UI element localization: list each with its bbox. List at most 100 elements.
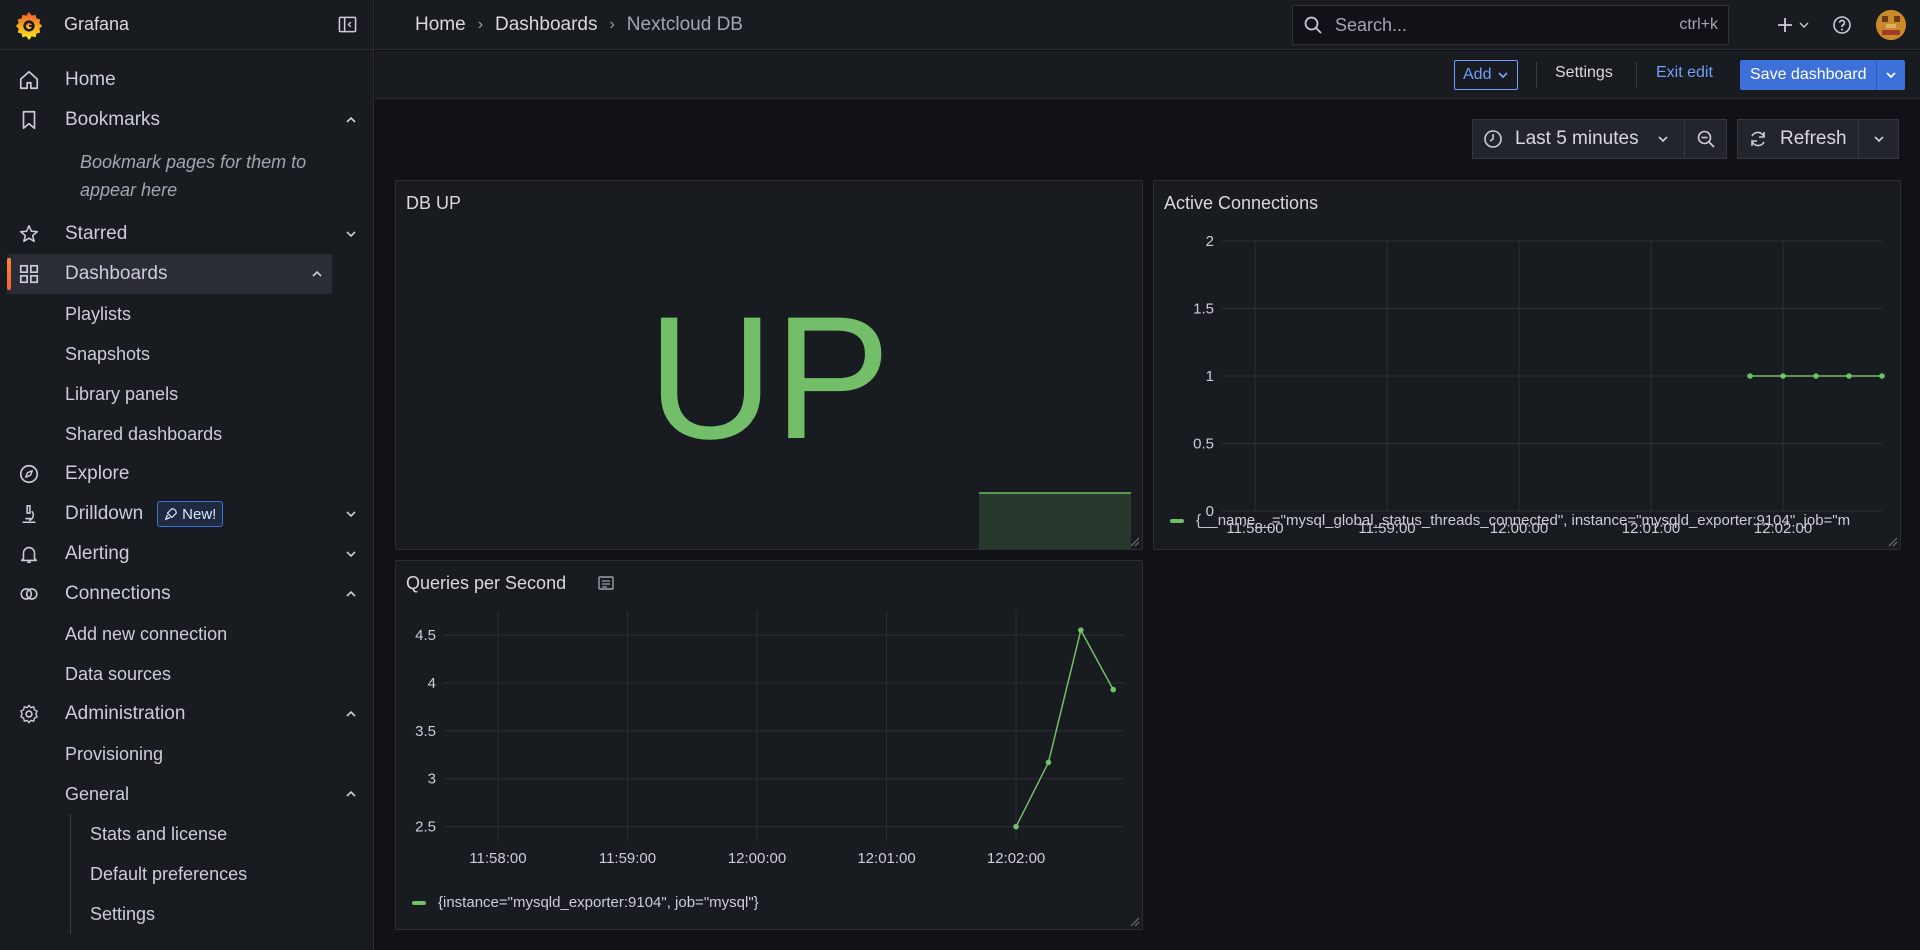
- chevron-down-icon: [1886, 72, 1896, 79]
- chart-legend: {__name__="mysql_global_status_threads_c…: [1170, 512, 1850, 529]
- chevron-down-icon[interactable]: [345, 228, 357, 240]
- sidebar-item-library-panels[interactable]: Library panels: [0, 374, 373, 414]
- toolbar-divider: [1636, 62, 1637, 88]
- chevron-down-icon: [1498, 72, 1509, 79]
- chevron-up-icon[interactable]: [345, 788, 357, 800]
- refresh-button[interactable]: Refresh: [1737, 119, 1859, 159]
- refresh-icon: [1751, 131, 1765, 147]
- panel-active-connections[interactable]: Active Connections 0 0.5 1 1.5 2 11:58:00 11:5…: [1153, 180, 1901, 550]
- panel-db-up[interactable]: DB UP UP: [395, 180, 1143, 550]
- sparkline-area: [979, 493, 1131, 549]
- exit-edit-button[interactable]: Exit edit: [1656, 64, 1713, 82]
- toolbar-divider: [1536, 62, 1537, 88]
- rocket-icon: [164, 508, 178, 521]
- sidebar-item-alerting[interactable]: Alerting: [0, 534, 373, 574]
- chevron-right-icon: ›: [477, 15, 484, 33]
- y-tick-label: 3: [428, 771, 436, 788]
- queries-per-second-chart[interactable]: 2.5 3 3.5 4 4.5 11:58:00 11:59:00 12:00:00 12:01…: [396, 601, 1143, 930]
- save-dashboard-button[interactable]: Save dashboard: [1740, 60, 1905, 90]
- breadcrumb-dashboards[interactable]: Dashboards: [495, 14, 597, 36]
- sidebar-item-settings[interactable]: Settings: [0, 894, 373, 934]
- search-input[interactable]: Search... ctrl+k: [1292, 5, 1729, 45]
- time-range-picker[interactable]: Last 5 minutes: [1472, 119, 1685, 159]
- refresh-interval-dropdown[interactable]: [1859, 119, 1899, 159]
- breadcrumb-home[interactable]: Home: [415, 14, 466, 36]
- zoom-out-icon: [1697, 130, 1715, 148]
- time-range-label: Last 5 minutes: [1515, 128, 1639, 149]
- chevron-right-icon: ›: [609, 15, 615, 33]
- data-point: [1045, 759, 1052, 766]
- search-placeholder: Search...: [1335, 14, 1408, 35]
- general-children: Stats and license Default preferences Se…: [0, 814, 373, 934]
- sidebar-item-provisioning[interactable]: Provisioning: [0, 734, 373, 774]
- sidebar-item-snapshots[interactable]: Snapshots: [0, 334, 373, 374]
- dock-menu-icon[interactable]: [338, 15, 357, 34]
- panel-queries-per-second[interactable]: Queries per Second 2.5 3 3.5 4 4.5 11:58:00 11…: [395, 560, 1143, 930]
- sidebar-item-label: General: [65, 783, 130, 804]
- sidebar-item-dashboards[interactable]: Dashboards: [7, 254, 332, 294]
- x-tick-label: 12:01:00: [857, 850, 915, 867]
- chevron-down-icon: [1799, 22, 1809, 28]
- new-menu-button[interactable]: [1776, 16, 1810, 34]
- chevron-up-icon[interactable]: [345, 114, 357, 126]
- search-shortcut: ctrl+k: [1679, 16, 1718, 33]
- y-tick-label: 4.5: [415, 627, 436, 644]
- chevron-down-icon: [1873, 136, 1884, 143]
- link-icon: [20, 588, 38, 600]
- settings-button[interactable]: Settings: [1555, 64, 1613, 82]
- y-tick-label: 2: [1206, 233, 1214, 250]
- home-icon: [19, 70, 39, 90]
- data-point: [1813, 373, 1819, 379]
- sidebar-item-explore[interactable]: Explore: [0, 454, 373, 494]
- breadcrumb: Home › Dashboards › Nextcloud DB: [415, 14, 743, 36]
- description-icon[interactable]: [597, 574, 615, 592]
- sidebar-item-connections[interactable]: Connections: [0, 574, 373, 614]
- star-icon: [19, 224, 39, 243]
- chevron-down-icon[interactable]: [345, 548, 357, 560]
- sidebar-item-shared-dashboards[interactable]: Shared dashboards: [0, 414, 373, 454]
- apps-grid-icon: [19, 264, 39, 284]
- legend-swatch: [412, 900, 426, 905]
- user-avatar[interactable]: [1876, 10, 1906, 40]
- chevron-down-icon[interactable]: [345, 508, 357, 520]
- sidebar-nav: Home Bookmarks Bookmark pages for them t…: [0, 50, 373, 934]
- sidebar-item-stats-and-license[interactable]: Stats and license: [0, 814, 373, 854]
- new-badge: New!: [157, 501, 224, 527]
- help-icon[interactable]: [1832, 15, 1852, 35]
- resize-handle-icon[interactable]: [1128, 915, 1140, 927]
- sidebar-item-label: Bookmarks: [65, 109, 161, 130]
- legend-swatch: [1170, 518, 1184, 523]
- sidebar-item-starred[interactable]: Starred: [0, 214, 373, 254]
- sidebar-item-administration[interactable]: Administration: [0, 694, 373, 734]
- sidebar-item-playlists[interactable]: Playlists: [0, 294, 373, 334]
- data-point: [1013, 823, 1019, 830]
- zoom-out-button[interactable]: [1685, 119, 1727, 159]
- plus-icon: [1778, 18, 1792, 32]
- sidebar-item-data-sources[interactable]: Data sources: [0, 654, 373, 694]
- chevron-up-icon[interactable]: [311, 268, 323, 280]
- y-tick-label: 4: [428, 675, 436, 692]
- sidebar-item-bookmarks[interactable]: Bookmarks: [0, 100, 373, 140]
- legend-label[interactable]: {__name__="mysql_global_status_threads_c…: [1196, 512, 1850, 529]
- sidebar-item-label: Starred: [65, 223, 128, 244]
- data-point: [1078, 627, 1084, 633]
- avatar-pattern-icon: [1876, 10, 1906, 40]
- active-connections-chart[interactable]: 00.511.5211:58:00 11:59:00 12:00:00 12:01:0…: [1154, 221, 1901, 550]
- grafana-logo-icon[interactable]: [14, 10, 44, 40]
- resize-handle-icon[interactable]: [1128, 535, 1140, 547]
- sidebar-item-drilldown[interactable]: Drilldown New!: [0, 494, 373, 534]
- chevron-up-icon[interactable]: [345, 708, 357, 720]
- save-options-dropdown[interactable]: [1877, 69, 1905, 81]
- sidebar-item-general[interactable]: General: [0, 774, 373, 814]
- search-icon: [1304, 16, 1322, 34]
- chevron-up-icon[interactable]: [345, 588, 357, 600]
- legend-label[interactable]: {instance="mysqld_exporter:9104", job="m…: [438, 894, 759, 911]
- y-tick-label: 3.5: [415, 723, 436, 740]
- dashboard-toolbar: Add Settings Exit edit Save dashboard: [375, 51, 1920, 99]
- add-button[interactable]: Add: [1454, 60, 1519, 90]
- sidebar-item-add-new-connection[interactable]: Add new connection: [0, 614, 373, 654]
- sidebar-item-default-preferences[interactable]: Default preferences: [0, 854, 373, 894]
- resize-handle-icon[interactable]: [1886, 535, 1898, 547]
- sidebar-item-home[interactable]: Home: [0, 60, 373, 100]
